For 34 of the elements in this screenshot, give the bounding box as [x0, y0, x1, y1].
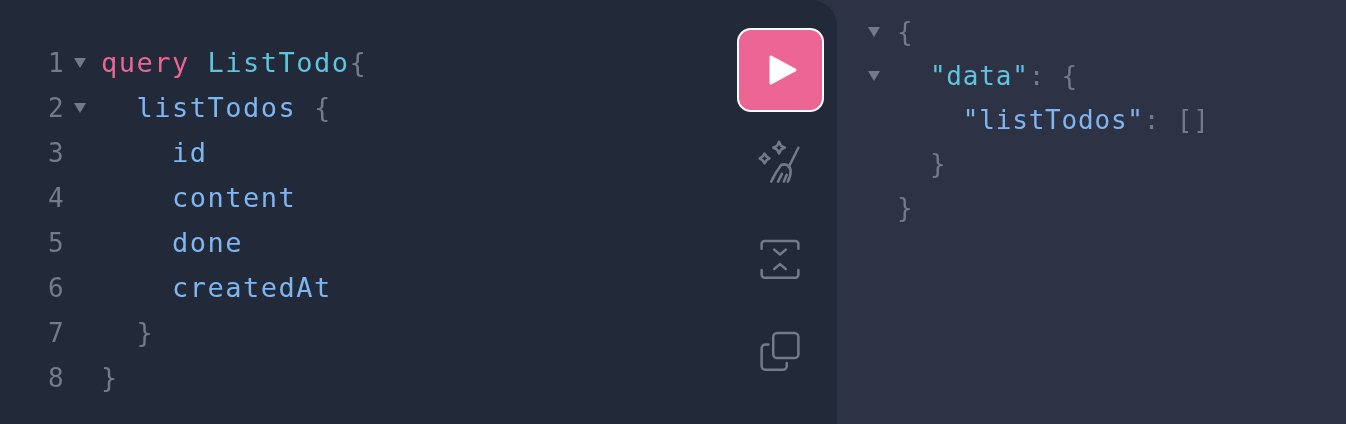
- line-number: 3: [48, 137, 65, 168]
- line-number: 1: [48, 47, 65, 78]
- run-button[interactable]: [736, 28, 824, 113]
- merge-icon[interactable]: [759, 238, 801, 280]
- copy-icon[interactable]: [759, 331, 801, 372]
- field-name: content: [171, 182, 297, 213]
- field-name: done: [171, 227, 244, 258]
- punctuation: }: [928, 149, 947, 179]
- field-name: createdAt: [171, 272, 332, 303]
- punctuation: }: [135, 317, 155, 348]
- line-number: 2: [48, 92, 65, 123]
- field-name: listTodos: [135, 92, 297, 123]
- line-number: 8: [48, 362, 65, 393]
- line-number: 5: [48, 227, 65, 258]
- fold-arrow-icon[interactable]: [868, 71, 880, 81]
- fold-arrow-icon[interactable]: [74, 102, 86, 113]
- punctuation: : []: [1143, 105, 1210, 135]
- fold-arrow-icon[interactable]: [868, 27, 880, 37]
- keyword: query: [101, 47, 190, 78]
- punctuation: }: [897, 193, 914, 223]
- play-icon: [768, 54, 798, 87]
- line-number: 7: [48, 317, 65, 348]
- punctuation: {: [313, 92, 332, 123]
- field-name: "listTodos": [961, 105, 1144, 135]
- field-name: id: [171, 137, 208, 168]
- line-number: 4: [48, 182, 65, 213]
- punctuation: {: [897, 17, 914, 47]
- punctuation: : {: [1028, 61, 1078, 91]
- line-number: 6: [48, 272, 65, 303]
- punctuation: {: [349, 47, 368, 78]
- punctuation: }: [101, 362, 119, 393]
- name-token: ListTodo: [206, 47, 350, 78]
- name-token: "data": [928, 61, 1029, 91]
- fold-arrow-icon[interactable]: [74, 57, 86, 68]
